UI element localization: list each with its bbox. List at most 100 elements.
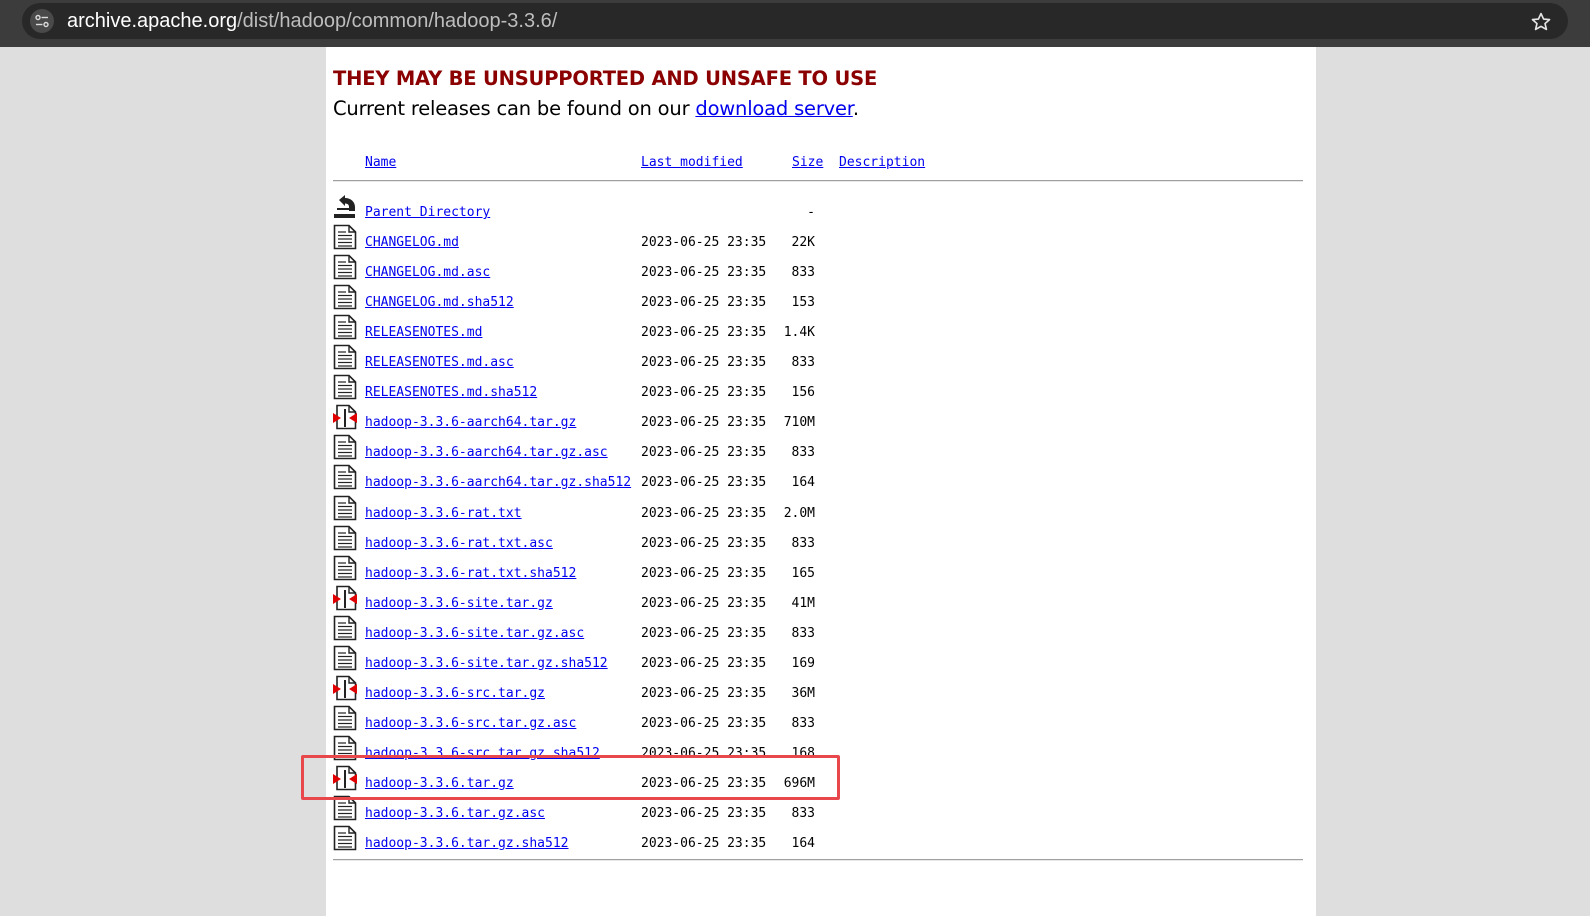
size-cell: 833: [791, 265, 815, 281]
back-arrow-icon[interactable]: [333, 194, 357, 220]
file-link[interactable]: hadoop-3.3.6-aarch64.tar.gz: [365, 415, 576, 430]
size-cell: 164: [791, 475, 815, 491]
text-file-icon[interactable]: [333, 495, 357, 521]
file-link[interactable]: RELEASENOTES.md.asc: [365, 355, 514, 370]
file-link[interactable]: hadoop-3.3.6-rat.txt.sha512: [365, 566, 576, 581]
file-link[interactable]: hadoop-3.3.6-site.tar.gz.asc: [365, 626, 584, 641]
compressed-file-icon[interactable]: [333, 675, 357, 701]
size-cell: 169: [791, 655, 815, 671]
current-releases-text: Current releases can be found on our dow…: [333, 97, 859, 120]
last-modified-cell: 2023-06-25 23:35: [641, 836, 767, 852]
text-file-icon[interactable]: [333, 254, 357, 280]
size-cell: 22K: [791, 235, 815, 251]
text-file-icon[interactable]: [333, 374, 357, 400]
size-cell: 710M: [783, 415, 815, 431]
text-file-icon[interactable]: [333, 825, 357, 851]
text-file-icon[interactable]: [333, 555, 357, 581]
file-link[interactable]: RELEASENOTES.md: [365, 325, 482, 340]
table-row: CHANGELOG.md.sha512 2023-06-25 23:35 153: [333, 284, 1303, 325]
table-row: hadoop-3.3.6-site.tar.gz.asc 2023-06-25 2…: [333, 615, 1303, 656]
last-modified-cell: 2023-06-25 23:35: [641, 535, 767, 551]
parent-directory-row: Parent Directory -: [333, 195, 1303, 235]
address-bar[interactable]: archive.apache.org/dist/hadoop/common/ha…: [22, 3, 1568, 39]
url-host: archive.apache.org: [67, 10, 238, 32]
last-modified-cell: 2023-06-25 23:35: [641, 415, 767, 431]
file-link[interactable]: hadoop-3.3.6.tar.gz.asc: [365, 806, 545, 821]
file-link[interactable]: CHANGELOG.md: [365, 235, 459, 250]
last-modified-cell: 2023-06-25 23:35: [641, 385, 767, 401]
sort-by-name-link[interactable]: Name: [365, 155, 396, 170]
last-modified-cell: 2023-06-25 23:35: [641, 355, 767, 371]
last-modified-cell: 2023-06-25 23:35: [641, 295, 767, 311]
parent-directory-link[interactable]: Parent Directory: [365, 205, 490, 220]
browser-toolbar: archive.apache.org/dist/hadoop/common/ha…: [0, 0, 1590, 47]
text-file-icon[interactable]: [333, 464, 357, 490]
table-row: CHANGELOG.md.asc 2023-06-25 23:35 833: [333, 254, 1303, 295]
text-file-icon[interactable]: [333, 434, 357, 460]
table-row: hadoop-3.3.6-site.tar.gz 2023-06-25 23:35…: [333, 585, 1303, 626]
file-link[interactable]: hadoop-3.3.6-aarch64.tar.gz.sha512: [365, 475, 631, 490]
current-releases-prefix: Current releases can be found on our: [333, 97, 696, 120]
table-row: hadoop-3.3.6-rat.txt.sha512 2023-06-25 23…: [333, 555, 1303, 596]
file-link[interactable]: hadoop-3.3.6-src.tar.gz: [365, 686, 545, 701]
table-row: hadoop-3.3.6-src.tar.gz.asc 2023-06-25 23…: [333, 705, 1303, 746]
table-row: hadoop-3.3.6-aarch64.tar.gz.asc 2023-06-2…: [333, 435, 1303, 475]
last-modified-cell: 2023-06-25 23:35: [641, 565, 767, 581]
size-cell: 165: [791, 565, 815, 581]
last-modified-cell: 2023-06-25 23:35: [641, 235, 767, 251]
header-divider: [333, 180, 1303, 182]
table-row: hadoop-3.3.6-site.tar.gz.sha512 2023-06-2…: [333, 645, 1303, 686]
last-modified-cell: 2023-06-25 23:35: [641, 715, 767, 731]
table-row: hadoop-3.3.6-rat.txt.asc 2023-06-25 23:35…: [333, 525, 1303, 566]
text-file-icon[interactable]: [333, 615, 357, 641]
table-row: hadoop-3.3.6-aarch64.tar.gz.sha512 2023-0…: [333, 465, 1303, 505]
file-link[interactable]: hadoop-3.3.6-rat.txt.asc: [365, 536, 553, 551]
file-link[interactable]: hadoop-3.3.6-src.tar.gz.asc: [365, 716, 576, 731]
table-row: hadoop-3.3.6-aarch64.tar.gz 2023-06-25 23…: [333, 405, 1303, 445]
table-row: CHANGELOG.md 2023-06-25 23:35 22K: [333, 224, 1303, 265]
table-row: RELEASENOTES.md.sha512 2023-06-25 23:35 15…: [333, 374, 1303, 415]
sort-by-description-link[interactable]: Description: [839, 155, 925, 170]
highlight-box: [301, 755, 840, 800]
file-link[interactable]: RELEASENOTES.md.sha512: [365, 385, 537, 400]
text-file-icon[interactable]: [333, 284, 357, 310]
url-path: /dist/hadoop/common/hadoop-3.3.6/: [237, 10, 558, 32]
url-text[interactable]: archive.apache.org/dist/hadoop/common/ha…: [67, 10, 557, 33]
file-link[interactable]: CHANGELOG.md.asc: [365, 265, 490, 280]
table-row: hadoop-3.3.6.tar.gz.sha512 2023-06-25 23:…: [333, 825, 1303, 866]
last-modified-cell: 2023-06-25 23:35: [641, 265, 767, 281]
size-cell: 833: [791, 445, 815, 461]
last-modified-cell: 2023-06-25 23:35: [641, 806, 767, 821]
compressed-file-icon[interactable]: [333, 585, 357, 611]
table-row: RELEASENOTES.md.asc 2023-06-25 23:35 833: [333, 344, 1303, 385]
sort-by-size-link[interactable]: Size: [792, 155, 823, 170]
file-link[interactable]: hadoop-3.3.6.tar.gz.sha512: [365, 836, 569, 851]
bookmark-star-icon[interactable]: [1530, 11, 1552, 38]
text-file-icon[interactable]: [333, 344, 357, 370]
table-row: hadoop-3.3.6-src.tar.gz 2023-06-25 23:35 3…: [333, 675, 1303, 716]
text-file-icon[interactable]: [333, 314, 357, 340]
file-link[interactable]: hadoop-3.3.6-site.tar.gz.sha512: [365, 656, 608, 671]
file-link[interactable]: hadoop-3.3.6-site.tar.gz: [365, 596, 553, 611]
text-file-icon[interactable]: [333, 705, 357, 731]
file-link[interactable]: CHANGELOG.md.sha512: [365, 295, 514, 310]
text-file-icon[interactable]: [333, 224, 357, 250]
site-info-icon[interactable]: [30, 9, 54, 33]
sort-by-last-modified-link[interactable]: Last modified: [641, 155, 743, 170]
download-server-link[interactable]: download server: [695, 97, 853, 120]
footer-divider: [333, 859, 1303, 861]
size-cell: 41M: [791, 595, 815, 611]
compressed-file-icon[interactable]: [333, 404, 357, 430]
size-cell: 1.4K: [783, 325, 815, 341]
size-cell: 833: [791, 535, 815, 551]
table-row: hadoop-3.3.6-rat.txt 2023-06-25 23:35 2.0M: [333, 495, 1303, 536]
current-releases-suffix: .: [852, 97, 859, 120]
warning-heading: THEY MAY BE UNSUPPORTED AND UNSAFE TO US…: [333, 67, 878, 90]
text-file-icon[interactable]: [333, 645, 357, 671]
size-cell: 36M: [791, 685, 815, 701]
file-link[interactable]: hadoop-3.3.6-rat.txt: [365, 506, 522, 521]
file-link[interactable]: hadoop-3.3.6-aarch64.tar.gz.asc: [365, 445, 608, 460]
text-file-icon[interactable]: [333, 525, 357, 551]
size-cell: 156: [791, 385, 815, 401]
size-cell: 2.0M: [783, 505, 815, 521]
